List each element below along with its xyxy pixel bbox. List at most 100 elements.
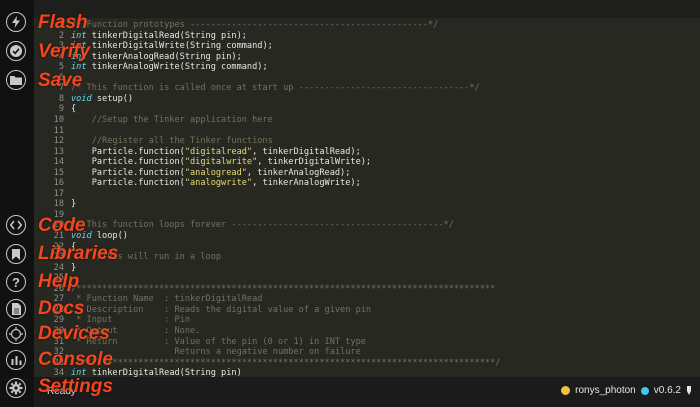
device-name: ronys_photon	[575, 385, 636, 396]
status-bar: Ready ronys_photon v0.6.2	[34, 377, 700, 407]
svg-text:?: ?	[12, 276, 20, 289]
code-token: * Description : Reads the digital value …	[71, 304, 372, 315]
overlay-label-save: Save	[38, 70, 83, 91]
code-token: Returns a negative number on failure	[71, 347, 361, 358]
line-number: 10	[53, 114, 64, 125]
code-token: /* Function prototypes -----------------…	[71, 20, 439, 30]
overlay-label-help: Help	[38, 271, 80, 292]
code-token: , tinkerAnalogWrite);	[252, 178, 361, 189]
code-line[interactable]: 13 Particle.function("digitalread", tink…	[34, 147, 361, 158]
code-editor[interactable]: 1/* Function prototypes ----------------…	[34, 18, 700, 378]
code-line[interactable]: 15 Particle.function("analogread", tinke…	[34, 167, 351, 179]
code-token: //Register all the Tinker functions	[71, 136, 273, 147]
bar-chart-icon	[11, 356, 21, 365]
pin-icon	[687, 386, 691, 395]
code-line[interactable]: 7/* This function is called once at star…	[34, 83, 480, 94]
gear-icon	[9, 381, 23, 395]
code-line[interactable]: 28 * Description : Reads the digital val…	[34, 305, 371, 316]
code-line[interactable]: 14 Particle.function("digitalwrite", tin…	[34, 157, 371, 168]
settings-button[interactable]	[6, 378, 26, 398]
firmware-version: v0.6.2	[653, 385, 681, 396]
code-token: "digitalwrite"	[184, 157, 258, 168]
libraries-button[interactable]	[6, 244, 26, 264]
code-token: Particle.function(	[71, 178, 185, 189]
editor-top-bar	[34, 0, 700, 18]
docs-button[interactable]	[6, 299, 26, 319]
code-token: setup()	[91, 93, 134, 104]
folder-icon	[10, 76, 22, 85]
code-token: "digitalread"	[184, 146, 253, 157]
device-icon	[561, 386, 571, 395]
code-token: //Setup the Tinker application here	[71, 114, 273, 125]
code-token: tinkerDigitalRead(String pin);	[86, 30, 247, 41]
lightning-icon	[12, 16, 20, 28]
overlay-label-devices: Devices	[38, 323, 110, 344]
code-token: , tinkerAnalogRead);	[246, 167, 351, 178]
code-token: /* This function is called once at start…	[71, 83, 480, 94]
code-token: ****************************************…	[71, 357, 501, 368]
code-line[interactable]: 1/* Function prototypes ----------------…	[34, 20, 439, 31]
code-line[interactable]: 9{	[34, 104, 76, 115]
code-token: /* This function loops forever ---------…	[71, 220, 454, 231]
line-number: 18	[53, 199, 64, 210]
flash-button[interactable]	[6, 12, 26, 32]
code-token: * Function Name : tinkerDigitalRead	[71, 294, 263, 305]
help-button[interactable]: ?	[6, 272, 26, 292]
verify-button[interactable]	[6, 41, 26, 61]
code-token: /***************************************…	[71, 283, 496, 294]
overlay-label-settings: Settings	[38, 376, 113, 397]
line-number: 9	[58, 104, 64, 115]
line-number: 11	[53, 125, 64, 136]
overlay-label-code: Code	[38, 215, 86, 236]
devices-button[interactable]	[6, 324, 26, 344]
code-line[interactable]: 12 //Register all the Tinker functions	[34, 136, 273, 147]
code-token: void	[71, 93, 92, 104]
code-token: * Return : Value of the pin (0 or 1) in …	[71, 336, 366, 347]
overlay-label-libraries: Libraries	[38, 243, 119, 264]
checkmark-icon	[10, 45, 22, 57]
code-token: Particle.function(	[71, 167, 185, 178]
code-line[interactable]: 11	[34, 126, 71, 137]
sidebar: ?	[0, 0, 34, 407]
overlay-label-verify: Verify	[38, 41, 91, 62]
line-number: 12	[53, 136, 64, 147]
code-line[interactable]: 17	[34, 189, 71, 200]
code-token: Particle.function(	[71, 146, 185, 157]
code-token: }	[71, 199, 77, 210]
code-token: loop()	[91, 231, 128, 241]
code-line[interactable]: 10 //Setup the Tinker application here	[34, 115, 273, 126]
code-line[interactable]: 26/*************************************…	[34, 283, 496, 295]
overlay-label-console: Console	[38, 349, 113, 370]
code-line[interactable]: 18}	[34, 199, 77, 210]
line-number: 15	[53, 167, 64, 178]
question-icon: ?	[12, 276, 20, 289]
code-line[interactable]: 16 Particle.function("analogwrite", tink…	[34, 178, 361, 189]
line-number: 14	[53, 157, 64, 168]
overlay-label-flash: Flash	[38, 12, 88, 33]
code-token: {	[71, 104, 77, 115]
line-number: 8	[58, 93, 64, 104]
line-number: 17	[53, 188, 64, 199]
overlay-label-docs: Docs	[38, 298, 85, 319]
code-brackets-icon	[10, 220, 22, 230]
console-button[interactable]	[6, 350, 26, 370]
code-token: , tinkerDigitalRead);	[252, 146, 361, 157]
code-token: Particle.function(	[71, 157, 185, 168]
device-selector[interactable]: ronys_photon v0.6.2	[561, 385, 692, 396]
code-token: tinkerDigitalWrite(String command);	[86, 41, 273, 52]
code-token: tinkerAnalogRead(String pin);	[86, 51, 242, 62]
bookmark-icon	[12, 248, 20, 260]
line-number: 16	[53, 178, 64, 189]
code-line[interactable]: 8 void setup()	[34, 94, 133, 105]
code-token: tinkerAnalogWrite(String command);	[86, 62, 268, 73]
document-icon	[11, 303, 21, 315]
code-token: "analogwrite"	[184, 178, 253, 189]
code-token: , tinkerDigitalWrite);	[257, 157, 372, 168]
online-status-icon	[640, 386, 649, 395]
crosshair-icon	[9, 327, 23, 341]
line-number: 13	[53, 146, 64, 157]
code-token: "analogread"	[184, 167, 247, 178]
save-button[interactable]	[6, 70, 26, 90]
code-line[interactable]: 20/* This function loops forever -------…	[34, 220, 454, 231]
code-button[interactable]	[6, 215, 26, 235]
